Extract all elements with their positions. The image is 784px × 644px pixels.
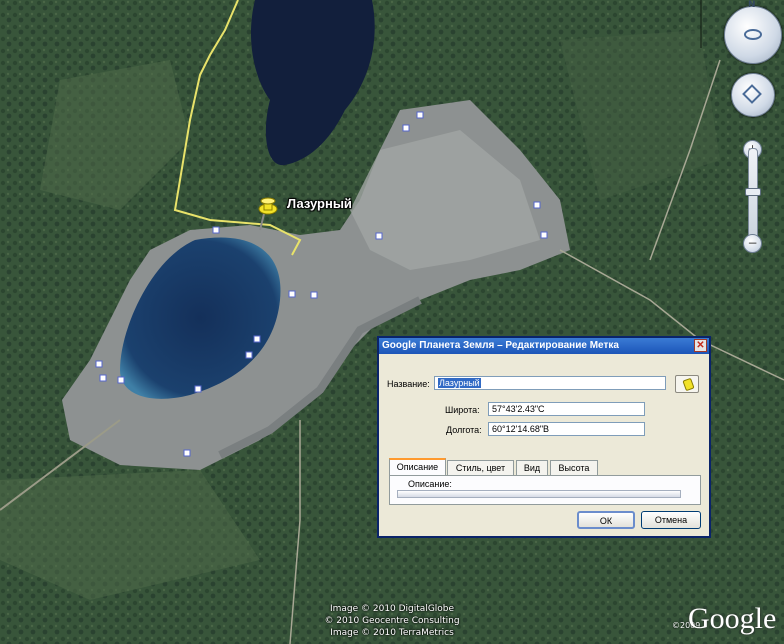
zoom-out-button[interactable]: −: [743, 234, 762, 253]
latitude-field[interactable]: 57°43'2.43"С: [488, 402, 645, 416]
dialog-titlebar[interactable]: Google Планета Земля – Редактирование Ме…: [379, 338, 709, 354]
tab-style-color[interactable]: Стиль, цвет: [447, 460, 514, 475]
credit-line-3: Image © 2010 TerraMetrics: [330, 628, 454, 638]
close-button[interactable]: ✕: [694, 339, 707, 352]
tab-view[interactable]: Вид: [516, 460, 548, 475]
dialog-title: Google Планета Земля – Редактирование Ме…: [382, 340, 619, 351]
credit-line-2: © 2010 Geocentre Consulting: [324, 616, 460, 626]
name-label: Название:: [387, 379, 430, 389]
tab-description[interactable]: Описание: [389, 458, 446, 476]
overview-panel[interactable]: [700, 0, 784, 48]
longitude-label: Долгота:: [446, 425, 482, 435]
placemark-label[interactable]: Лазурный: [287, 196, 352, 211]
zoom-slider-thumb[interactable]: [745, 188, 761, 196]
satellite-map[interactable]: [0, 0, 784, 644]
cancel-button[interactable]: Отмена: [641, 511, 701, 529]
placemark-icon-button[interactable]: [675, 375, 699, 393]
name-value: Лазурный: [438, 378, 481, 388]
latitude-label: Широта:: [445, 405, 480, 415]
description-input[interactable]: [397, 490, 681, 498]
name-field[interactable]: Лазурный: [434, 376, 666, 390]
longitude-field[interactable]: 60°12'14.68"В: [488, 422, 645, 436]
credit-line-1: Image © 2010 DigitalGlobe: [329, 604, 455, 614]
pushpin-small-icon: [682, 377, 695, 392]
move-control[interactable]: [731, 73, 775, 117]
tab-altitude[interactable]: Высота: [550, 460, 598, 475]
description-label: Описание:: [408, 479, 452, 489]
edit-placemark-dialog: Google Планета Земля – Редактирование Ме…: [377, 336, 711, 538]
ok-button[interactable]: ОК: [577, 511, 635, 529]
move-arrows-icon: [742, 84, 762, 104]
zoom-slider[interactable]: [748, 148, 758, 246]
google-logo: Google: [688, 602, 777, 635]
